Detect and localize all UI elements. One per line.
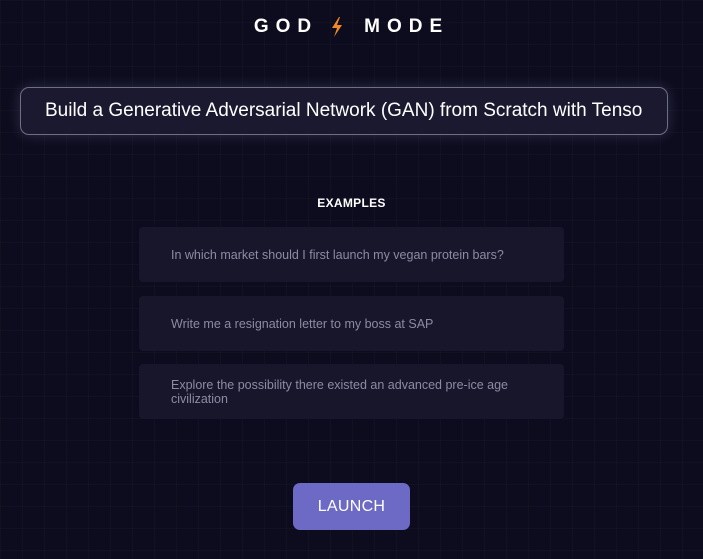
- logo-word-god: GOD: [253, 16, 319, 37]
- lightning-bolt-icon: [332, 17, 343, 37]
- logo-word-mode: MODE: [364, 16, 450, 37]
- examples-heading: EXAMPLES: [317, 196, 386, 210]
- prompt-input[interactable]: [21, 88, 667, 134]
- app-page: GOD MODE EXAMPLES In which market should…: [0, 0, 703, 559]
- example-label: In which market should I first launch my…: [171, 247, 504, 262]
- example-card[interactable]: Explore the possibility there existed an…: [139, 364, 564, 419]
- example-card[interactable]: Write me a resignation letter to my boss…: [139, 296, 564, 351]
- launch-button[interactable]: LAUNCH: [293, 483, 410, 530]
- example-label: Write me a resignation letter to my boss…: [171, 316, 434, 331]
- example-card[interactable]: In which market should I first launch my…: [139, 227, 564, 282]
- prompt-field[interactable]: [20, 87, 668, 135]
- app-logo: GOD MODE: [0, 16, 703, 38]
- example-label: Explore the possibility there existed an…: [171, 377, 509, 406]
